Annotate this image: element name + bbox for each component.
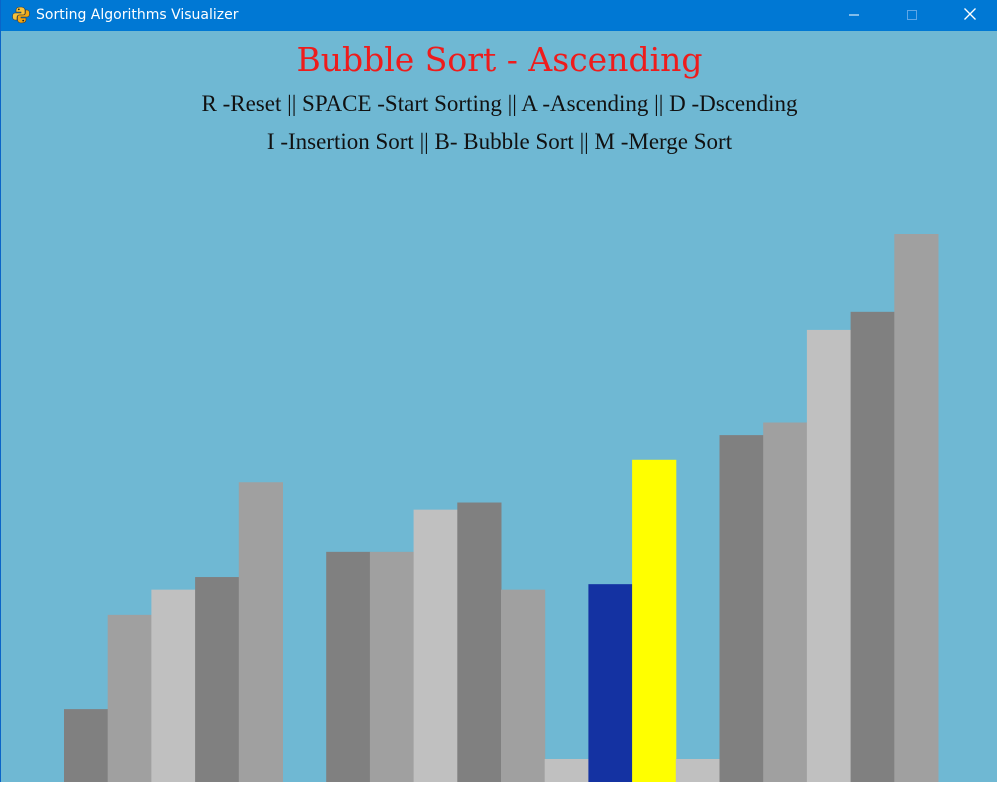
array-bar	[850, 311, 895, 782]
array-bar	[806, 329, 852, 782]
array-bar	[369, 551, 415, 782]
minimize-icon	[848, 6, 860, 25]
array-bar	[326, 551, 371, 782]
array-bar	[763, 422, 808, 782]
array-bar	[238, 482, 283, 782]
array-bar	[675, 758, 720, 782]
array-bar	[64, 709, 109, 782]
window-title: Sorting Algorithms Visualizer	[36, 7, 239, 23]
bar-chart	[64, 234, 939, 782]
minimize-button[interactable]	[825, 0, 883, 31]
array-bar	[544, 758, 589, 782]
app-window: Sorting Algorithms Visualizer Bubble Sor…	[0, 0, 997, 782]
array-bar	[195, 577, 240, 782]
close-button[interactable]	[941, 0, 997, 31]
array-bar	[501, 589, 546, 782]
array-bar	[107, 614, 152, 782]
array-bar	[894, 234, 939, 782]
visualizer-canvas[interactable]: Bubble Sort - Ascending R -Reset || SPAC…	[1, 31, 997, 782]
array-bar	[588, 584, 633, 782]
array-bar	[457, 502, 502, 782]
array-bar	[632, 459, 677, 782]
array-bar	[413, 509, 458, 782]
array-bar	[151, 589, 196, 782]
array-bar	[719, 435, 764, 782]
python-snake-icon	[11, 5, 31, 25]
maximize-button[interactable]	[883, 0, 941, 31]
close-icon	[963, 6, 977, 25]
maximize-icon	[906, 6, 918, 25]
title-bar[interactable]: Sorting Algorithms Visualizer	[1, 0, 997, 31]
